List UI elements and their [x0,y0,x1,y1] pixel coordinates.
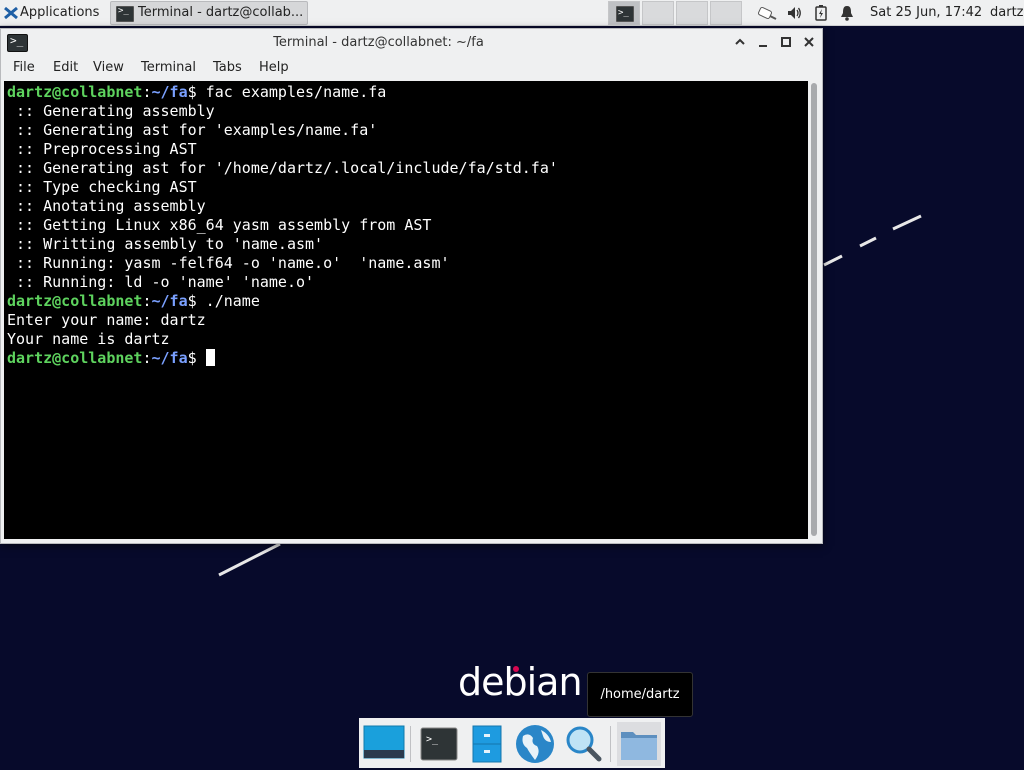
terminal-output-line: :: Running: yasm -felf64 -o 'name.o' 'na… [7,254,450,272]
search-launcher[interactable] [561,722,605,766]
notification-bell-icon[interactable] [839,5,855,21]
file-manager-launcher[interactable] [465,722,509,766]
prompt-dollar: $ [187,292,197,310]
prompt-path: ~/fa [151,83,188,101]
web-browser-icon [516,725,554,763]
web-browser-launcher[interactable] [513,722,557,766]
terminal-output-line: :: Anotating assembly [7,197,206,215]
prompt-path: ~/fa [151,349,188,367]
menu-view[interactable]: View [93,60,124,75]
terminal-output-line: :: Generating ast for '/home/dartz/.loca… [7,159,558,177]
scrollbar[interactable] [809,81,821,539]
menu-bar: File Edit View Terminal Tabs Help [1,56,822,80]
chevron-up-icon [735,38,745,45]
window-titlebar[interactable]: >_ Terminal - dartz@collabnet: ~/fa [1,29,822,56]
minimize-icon [759,45,767,47]
clock[interactable]: Sat 25 Jun, 17:42 [870,0,982,26]
window-title: Terminal - dartz@collabnet: ~/fa [273,35,484,50]
maximize-icon [781,37,791,47]
prompt-user: dartz@collabnet [7,292,143,310]
menu-help[interactable]: Help [259,60,289,75]
volume-icon[interactable] [786,5,802,21]
menu-file[interactable]: File [13,60,35,75]
terminal-output-line: :: Preprocessing AST [7,140,197,158]
dock-separator [410,726,411,762]
close-button[interactable] [801,34,817,50]
shade-button[interactable] [732,34,748,50]
terminal-prompt-line: dartz@collabnet:~/fa$ fac examples/name.… [7,83,558,102]
terminal-output-line: :: Running: ld -o 'name' 'name.o' [7,273,315,291]
dock-separator [610,726,611,762]
command-text: fac examples/name.fa [196,83,387,101]
folder-icon [621,732,657,760]
prompt-separator: : [142,292,152,310]
terminal-window: >_ Terminal - dartz@collabnet: ~/fa File… [0,28,823,544]
terminal-icon [116,2,134,22]
prompt-dollar: $ [187,349,197,367]
terminal-output-line: Your name is dartz [7,330,170,348]
text-cursor [205,349,215,366]
svg-text:>_: >_ [426,734,439,745]
terminal-icon: >_ [420,727,458,761]
scrollbar-thumb[interactable] [811,83,817,536]
prompt-separator: : [142,349,152,367]
terminal-output-line: :: Generating assembly [7,102,215,120]
terminal-launcher[interactable]: >_ [417,722,461,766]
show-desktop-button[interactable] [362,722,406,766]
menu-tabs[interactable]: Tabs [213,60,242,75]
tooltip: /home/dartz [587,672,693,717]
prompt-dollar: $ [187,83,197,101]
terminal-prompt-line: dartz@collabnet:~/fa$ ./name [7,292,558,311]
maximize-button[interactable] [778,34,794,50]
terminal-output-line: :: Generating ast for 'examples/name.fa' [7,121,378,139]
terminal-output-line: :: Type checking AST [7,178,197,196]
menu-edit[interactable]: Edit [53,60,78,75]
workspace-3[interactable] [676,1,708,25]
debian-logo: debian [458,660,583,704]
xfce-logo-icon [4,6,18,20]
taskbar-terminal-label: Terminal - dartz@collab... [138,5,304,20]
terminal-output-line: Enter your name: dartz [7,311,206,329]
workspace-2[interactable] [642,1,674,25]
prompt-user: dartz@collabnet [7,349,143,367]
top-panel: Applications Terminal - dartz@collab... [0,0,1024,26]
prompt-separator: : [142,83,152,101]
battery-icon[interactable] [813,5,829,21]
user-menu[interactable]: dartz [990,0,1023,26]
terminal-output[interactable]: dartz@collabnet:~/fa$ fac examples/name.… [4,81,808,539]
home-folder-launcher[interactable] [617,722,661,766]
applications-label: Applications [20,5,100,20]
debian-logo-dot [513,666,519,672]
terminal-icon [616,0,634,26]
dock: >_ [359,718,665,768]
prompt-path: ~/fa [151,292,188,310]
command-text: ./name [196,292,260,310]
minimize-button[interactable] [755,34,771,50]
show-desktop-icon [363,725,405,759]
search-icon [566,726,602,762]
command-text [197,349,206,367]
terminal-output-line: :: Getting Linux x86_64 yasm assembly fr… [7,216,432,234]
terminal-prompt-line: dartz@collabnet:~/fa$ [7,349,558,368]
close-icon [804,37,814,47]
applications-menu[interactable]: Applications [2,0,99,26]
terminal-output-line: :: Writting assembly to 'name.asm' [7,235,324,253]
file-cabinet-icon [472,725,502,763]
taskbar-terminal-button[interactable]: Terminal - dartz@collab... [110,1,308,25]
network-icon[interactable] [758,5,778,21]
workspace-1[interactable] [608,0,640,26]
menu-terminal[interactable]: Terminal [141,60,196,75]
debian-logo-text: debian [458,660,583,704]
terminal-lines: dartz@collabnet:~/fa$ fac examples/name.… [7,83,558,368]
workspace-4[interactable] [710,1,742,25]
prompt-user: dartz@collabnet [7,83,143,101]
